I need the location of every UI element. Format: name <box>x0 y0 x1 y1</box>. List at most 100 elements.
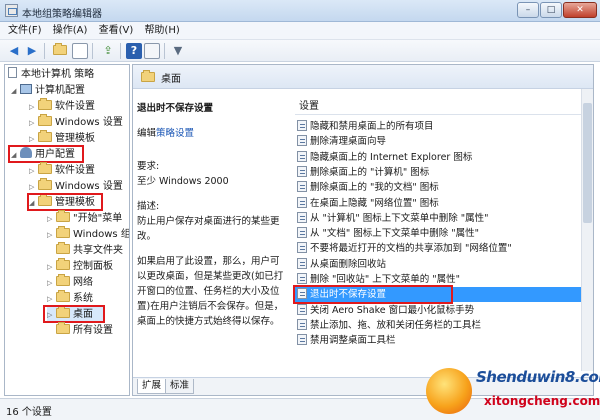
highlight-selected-setting <box>293 285 453 305</box>
policy-setting-icon <box>297 257 307 269</box>
expand-arrow-icon[interactable]: ▷ <box>29 163 38 179</box>
expand-arrow-icon[interactable]: ▷ <box>47 259 56 275</box>
details-pane: 桌面 退出时不保存设置 编辑策略设置 要求: 至少 Windows 2000 描… <box>132 64 594 396</box>
list-item[interactable]: 在桌面上隐藏 "网络位置" 图标 <box>295 196 585 211</box>
policy-setting-icon <box>297 181 307 193</box>
folder-icon <box>56 210 70 222</box>
list-item-label: 禁用调整桌面工具栏 <box>310 335 396 347</box>
folder-icon <box>38 162 52 174</box>
menu-action[interactable]: 操作(A) <box>53 22 88 40</box>
tree-software-settings[interactable]: ▷ 软件设置 <box>29 98 95 115</box>
window-controls: – □ ✕ <box>516 2 597 18</box>
highlight-admin-templates <box>27 193 103 211</box>
list-item-label: 删除清理桌面向导 <box>310 136 387 148</box>
folder-icon <box>56 274 70 286</box>
list-item[interactable]: 禁用调整桌面工具栏 <box>295 333 585 348</box>
policy-tree: 本地计算机 策略 ◢ 计算机配置 ▷ 软件设置 ▷ Windows 设置 ▷ 管理模板 … <box>4 64 130 396</box>
list-item[interactable]: 隐藏和禁用桌面上的所有项目 <box>295 119 585 134</box>
policy-setting-icon <box>297 303 307 315</box>
watermark-text-2: xitongcheng.com <box>484 394 600 408</box>
list-item[interactable]: 禁止添加、拖、放和关闭任务栏的工具栏 <box>295 318 585 333</box>
vertical-scrollbar[interactable] <box>581 89 593 371</box>
collapse-arrow-icon[interactable]: ◢ <box>11 83 20 99</box>
requirements-value: 至少 Windows 2000 <box>137 176 229 187</box>
maximize-button[interactable]: □ <box>540 2 562 18</box>
folder-icon <box>38 130 52 142</box>
list-item-label: 从桌面删除回收站 <box>310 258 387 270</box>
list-item[interactable]: 删除桌面上的 "我的文档" 图标 <box>295 180 585 195</box>
list-item[interactable]: 关闭 Aero Shake 窗口最小化鼠标手势 <box>295 303 585 318</box>
list-item-label: 删除桌面上的 "我的文档" 图标 <box>310 182 439 194</box>
menu-help[interactable]: 帮助(H) <box>144 22 179 40</box>
policy-setting-icon <box>297 211 307 223</box>
folder-icon <box>56 258 70 270</box>
policy-icon <box>8 67 17 78</box>
tree-all-settings[interactable]: 所有设置 <box>56 322 113 339</box>
toolbar: ◀ ▶ ⇪ ? ▼ <box>0 40 600 62</box>
folder-icon <box>141 70 155 82</box>
policy-setting-icon <box>297 165 307 177</box>
list-item-label: 隐藏桌面上的 Internet Explorer 图标 <box>310 151 473 163</box>
column-header-setting[interactable]: 设置 <box>295 99 585 115</box>
toolbar-separator <box>44 43 45 59</box>
tree-network[interactable]: ▷ 网络 <box>47 274 93 291</box>
tree-user-software-settings[interactable]: ▷ 软件设置 <box>29 162 95 179</box>
tab-standard[interactable]: 标准 <box>165 379 195 394</box>
list-item-label: 删除桌面上的 "计算机" 图标 <box>310 166 430 178</box>
list-item-label: 隐藏和禁用桌面上的所有项目 <box>310 121 434 132</box>
properties-icon[interactable] <box>144 43 160 59</box>
minimize-button[interactable]: – <box>517 2 539 18</box>
list-item[interactable]: 不要将最近打开的文档的共享添加到 "网络位置" <box>295 241 585 256</box>
forward-icon[interactable]: ▶ <box>24 43 40 59</box>
highlight-user-config <box>8 145 84 163</box>
tree-start-menu[interactable]: ▷ "开始"菜单 <box>47 210 122 227</box>
expand-arrow-icon[interactable]: ▷ <box>47 211 56 227</box>
site-watermark: Shenduwin8.com xitongcheng.com <box>426 362 600 418</box>
setting-title: 退出时不保存设置 <box>137 103 214 114</box>
computer-icon <box>20 84 32 94</box>
export-icon[interactable]: ⇪ <box>100 43 116 59</box>
expand-arrow-icon[interactable]: ▷ <box>29 115 38 131</box>
tree-windows-components[interactable]: ▷ Windows 组 <box>47 226 129 243</box>
list-item[interactable]: 隐藏桌面上的 Internet Explorer 图标 <box>295 150 585 165</box>
show-hide-tree-icon[interactable] <box>72 43 88 59</box>
list-item[interactable]: 删除桌面上的 "计算机" 图标 <box>295 165 585 180</box>
scrollbar-thumb[interactable] <box>583 103 592 223</box>
policy-setting-icon <box>297 196 307 208</box>
tree-control-panel[interactable]: ▷ 控制面板 <box>47 258 113 275</box>
expand-arrow-icon[interactable]: ▷ <box>47 227 56 243</box>
title-bar: 本地组策略编辑器 – □ ✕ <box>0 0 600 22</box>
list-item[interactable]: 从桌面删除回收站 <box>295 257 585 272</box>
toolbar-separator <box>164 43 165 59</box>
toolbar-separator <box>120 43 121 59</box>
expand-arrow-icon[interactable]: ▷ <box>29 99 38 115</box>
expand-arrow-icon[interactable]: ▷ <box>47 275 56 291</box>
tree-computer-config[interactable]: ◢ 计算机配置 <box>11 83 85 99</box>
up-folder-icon[interactable] <box>52 43 68 59</box>
policy-setting-icon <box>297 318 307 330</box>
close-button[interactable]: ✕ <box>563 2 597 18</box>
list-item[interactable]: 从 "文档" 图标上下文菜单中删除 "属性" <box>295 226 585 241</box>
policy-setting-icon <box>297 135 307 147</box>
help-icon[interactable]: ? <box>126 43 142 59</box>
menu-file[interactable]: 文件(F) <box>8 22 42 40</box>
filter-icon[interactable]: ▼ <box>170 43 186 59</box>
back-icon[interactable]: ◀ <box>6 43 22 59</box>
edit-policy-link[interactable]: 策略设置 <box>156 128 194 139</box>
policy-setting-icon <box>297 150 307 162</box>
tab-extended[interactable]: 扩展 <box>137 379 167 394</box>
folder-icon <box>56 242 70 254</box>
tree-windows-settings[interactable]: ▷ Windows 设置 <box>29 114 123 131</box>
highlight-desktop <box>43 305 105 323</box>
folder-icon <box>38 98 52 110</box>
tree-root[interactable]: 本地计算机 策略 <box>8 67 94 83</box>
list-item[interactable]: 从 "计算机" 图标上下文菜单中删除 "属性" <box>295 211 585 226</box>
list-item-label: 从 "计算机" 图标上下文菜单中删除 "属性" <box>310 212 489 224</box>
folder-icon <box>56 290 70 302</box>
requirements-label: 要求: <box>137 161 160 172</box>
menu-view[interactable]: 查看(V) <box>99 22 134 40</box>
list-item-label: 删除 "回收站" 上下文菜单的 "属性" <box>310 274 461 285</box>
list-item[interactable]: 删除清理桌面向导 <box>295 134 585 149</box>
list-item-label: 从 "文档" 图标上下文菜单中删除 "属性" <box>310 228 480 240</box>
tree-shared-folders[interactable]: 共享文件夹 <box>47 242 123 259</box>
